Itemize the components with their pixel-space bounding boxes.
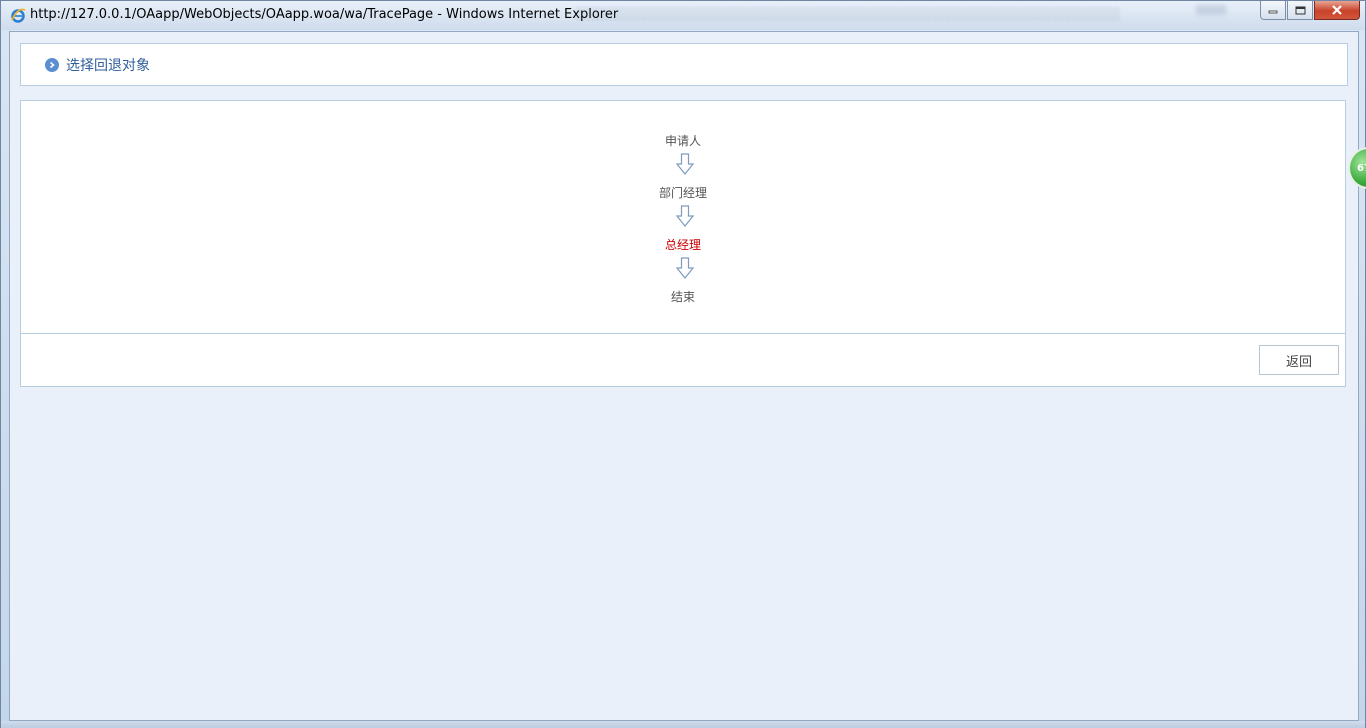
page-title: 选择回退对象 (66, 58, 150, 74)
minimize-icon (1268, 10, 1278, 14)
maximize-icon (1295, 6, 1305, 14)
flow-node-end[interactable]: 结束 (21, 288, 1345, 305)
flow-chart: 申请人 部门经理 总经理 结束 (21, 101, 1345, 334)
browser-window: http://127.0.0.1/OAapp/WebObjects/OAapp.… (0, 0, 1366, 728)
chevron-circle-icon (45, 58, 59, 72)
flow-node-applicant[interactable]: 申请人 (21, 132, 1345, 149)
down-arrow-icon (676, 257, 694, 279)
flow-node-general-manager[interactable]: 总经理 (21, 236, 1345, 253)
header-panel: 选择回退对象 (20, 43, 1348, 86)
down-arrow-icon (676, 205, 694, 227)
back-button[interactable]: 返回 (1259, 345, 1339, 375)
minimize-button[interactable] (1260, 1, 1286, 20)
badge-text: 67 (1357, 163, 1366, 174)
title-bar[interactable]: http://127.0.0.1/OAapp/WebObjects/OAapp.… (1, 1, 1365, 30)
flow-node-dept-manager[interactable]: 部门经理 (21, 184, 1345, 201)
down-arrow-icon (676, 153, 694, 175)
close-button[interactable] (1314, 1, 1360, 20)
close-icon (1332, 5, 1342, 15)
window-controls (1260, 1, 1360, 20)
flow-panel: 申请人 部门经理 总经理 结束 返回 (20, 100, 1346, 387)
page-content: 选择回退对象 申请人 部门经理 总经理 结束 返回 (9, 31, 1359, 721)
background-window-ghost: ░░░░░░░░░░░░░░░░░░░░░░░░░░░░░░░░░░░░░░░░… (576, 7, 1121, 21)
ie-icon (11, 8, 26, 23)
maximize-button[interactable] (1287, 1, 1313, 20)
window-bottom-border (1, 721, 1365, 728)
window-title: http://127.0.0.1/OAapp/WebObjects/OAapp.… (30, 7, 619, 22)
background-window-ghost-2 (1196, 5, 1226, 15)
